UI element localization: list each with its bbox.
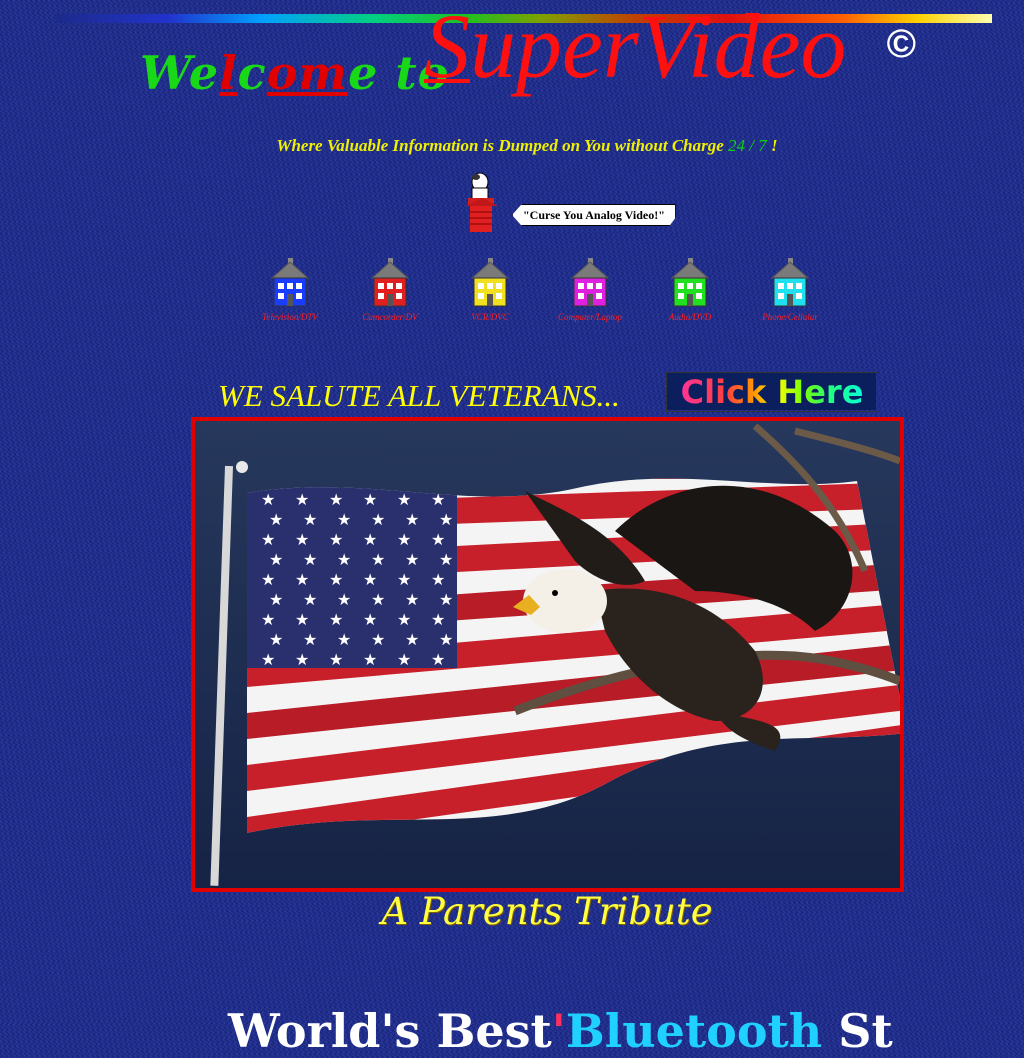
nav-item-label: Camcorder/DV bbox=[362, 312, 418, 322]
nav-item-label: Computer/Laptop bbox=[557, 312, 622, 322]
nav-item-vcr[interactable]: VCR/DVC bbox=[440, 258, 540, 322]
svg-text:★: ★ bbox=[329, 490, 343, 509]
svg-text:★: ★ bbox=[295, 490, 309, 509]
click-here-button[interactable]: Click Here bbox=[666, 372, 878, 412]
nav-item-computer[interactable]: Computer/Laptop bbox=[540, 258, 640, 322]
nav-item-label: Phone/Cellular bbox=[762, 312, 818, 322]
nav-item-audio[interactable]: Audio/DVD bbox=[640, 258, 740, 322]
tagline: Where Valuable Information is Dumped on … bbox=[276, 136, 778, 155]
snoopy-doghouse-icon bbox=[466, 172, 498, 232]
nav-item-label: Television/DTV bbox=[262, 312, 318, 322]
copyright-symbol: © bbox=[886, 22, 916, 66]
nav-item-label: VCR/DVC bbox=[471, 312, 509, 322]
nav-item-label: Audio/DVD bbox=[668, 312, 712, 322]
speech-bubble: "Curse You Analog Video!" bbox=[512, 204, 676, 226]
house-icon bbox=[270, 258, 310, 307]
svg-text:★: ★ bbox=[261, 490, 275, 509]
house-icon bbox=[670, 258, 710, 307]
category-nav: Television/DTV Camcorder/DV VCR/DVC Compute… bbox=[240, 258, 840, 330]
house-icon bbox=[570, 258, 610, 307]
parents-tribute-caption: A Parents Tribute bbox=[381, 890, 713, 933]
flag-eagle-photo: ★ ★ ★ ★ ★ ★ bbox=[191, 417, 904, 892]
site-title: SuperVideo bbox=[424, 0, 847, 97]
welcome-text: Welcome to bbox=[140, 46, 450, 100]
nav-item-television[interactable]: Television/DTV bbox=[240, 258, 340, 322]
svg-text:★: ★ bbox=[363, 490, 377, 509]
nav-item-phone[interactable]: Phone/Cellular bbox=[740, 258, 840, 322]
svg-text:★: ★ bbox=[431, 490, 445, 509]
flag-eagle-image: ★ ★ ★ ★ ★ ★ bbox=[195, 421, 900, 888]
house-icon bbox=[770, 258, 810, 307]
house-icon bbox=[470, 258, 510, 307]
svg-text:★: ★ bbox=[397, 490, 411, 509]
nav-item-camcorder[interactable]: Camcorder/DV bbox=[340, 258, 440, 322]
house-icon bbox=[370, 258, 410, 307]
veterans-salute-heading: WE SALUTE ALL VETERANS... bbox=[218, 378, 620, 413]
bluetooth-store-heading[interactable]: World's Best'Bluetooth St bbox=[228, 1004, 893, 1058]
